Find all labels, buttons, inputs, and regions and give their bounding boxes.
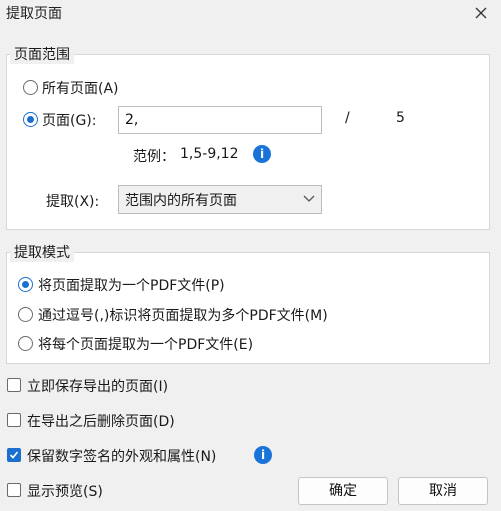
show-preview-checkbox[interactable] (7, 483, 21, 497)
save-now-label[interactable]: 立即保存导出的页面(I) (27, 376, 168, 396)
all-pages-radio[interactable] (23, 80, 38, 95)
mode-each-page-radio[interactable] (18, 336, 33, 351)
close-icon[interactable] (472, 4, 490, 22)
save-now-checkbox[interactable] (7, 378, 21, 392)
example-value: 1,5-9,12 (180, 146, 239, 162)
info-icon[interactable]: i (253, 145, 271, 163)
keep-signature-label[interactable]: 保留数字签名的外观和属性(N) (27, 446, 216, 466)
all-pages-label[interactable]: 所有页面(A) (42, 78, 119, 98)
total-pages: 5 (396, 110, 405, 126)
show-preview-label[interactable]: 显示预览(S) (27, 481, 103, 501)
dialog-title: 提取页面 (6, 6, 62, 22)
pages-radio[interactable] (23, 112, 38, 127)
signature-info-icon[interactable]: i (254, 446, 272, 464)
pages-input[interactable] (118, 106, 322, 134)
extract-select-value: 范围内的所有页面 (125, 193, 237, 209)
cancel-button[interactable]: 取消 (398, 477, 488, 505)
mode-single-file-label[interactable]: 将页面提取为一个PDF文件(P) (38, 275, 225, 295)
extract-label: 提取(X): (46, 194, 100, 210)
delete-after-label[interactable]: 在导出之后删除页面(D) (27, 411, 175, 431)
mode-comma-split-radio[interactable] (18, 307, 33, 322)
title-bar: 提取页面 (0, 0, 501, 26)
slash-separator: / (345, 110, 350, 126)
ok-button[interactable]: 确定 (298, 477, 388, 505)
extract-mode-group-label: 提取模式 (10, 242, 74, 262)
extract-select[interactable]: 范围内的所有页面 (118, 185, 322, 214)
example-label: 范例： (133, 149, 175, 165)
mode-each-page-label[interactable]: 将每个页面提取为一个PDF文件(E) (38, 334, 253, 354)
check-icon (9, 451, 19, 459)
pages-label[interactable]: 页面(G): (42, 110, 97, 130)
keep-signature-checkbox[interactable] (7, 448, 21, 462)
delete-after-checkbox[interactable] (7, 413, 21, 427)
mode-single-file-radio[interactable] (18, 277, 33, 292)
page-range-group-label: 页面范围 (10, 44, 74, 64)
chevron-down-icon (303, 195, 315, 202)
mode-comma-split-label[interactable]: 通过逗号(,)标识将页面提取为多个PDF文件(M) (38, 305, 328, 325)
